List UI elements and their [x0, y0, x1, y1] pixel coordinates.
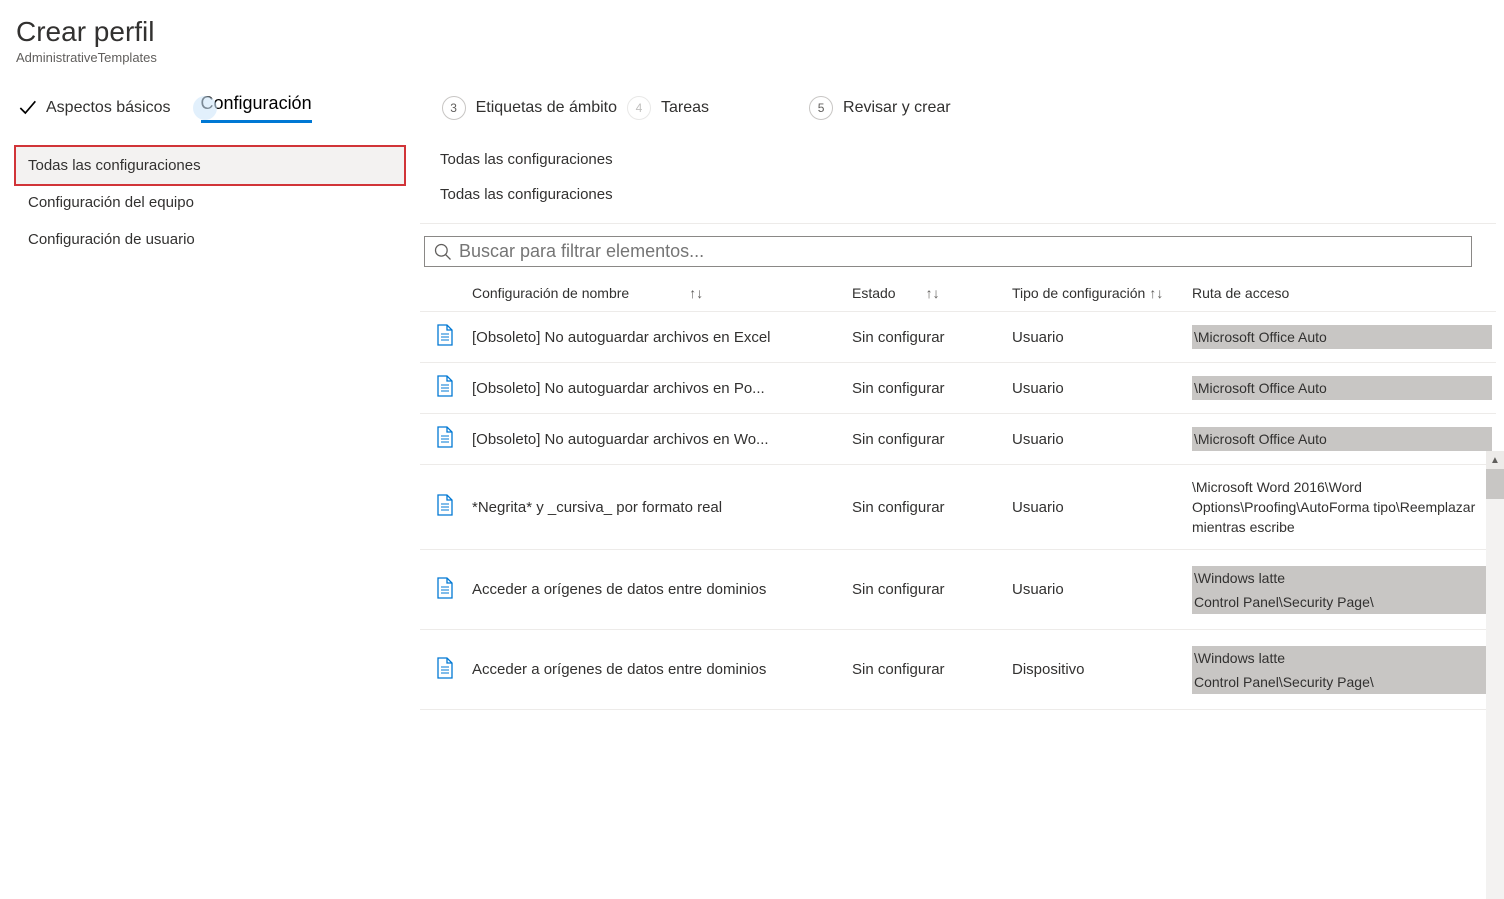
setting-type: Usuario	[1012, 329, 1192, 346]
breadcrumb-top[interactable]: Todas las configuraciones	[440, 147, 1496, 172]
check-icon	[16, 97, 38, 119]
scrollbar[interactable]: ▲	[1486, 451, 1504, 710]
setting-type: Usuario	[1012, 581, 1192, 598]
scroll-up-icon[interactable]: ▲	[1486, 451, 1504, 469]
col-header-name[interactable]: Configuración de nombre↑↓	[472, 285, 852, 301]
sidebar-item-device-config[interactable]: Configuración del equipo	[16, 184, 404, 221]
setting-name: [Obsoleto] No autoguardar archivos en Po…	[472, 380, 852, 397]
search-input[interactable]	[459, 241, 1463, 262]
setting-type: Usuario	[1012, 431, 1192, 448]
setting-type: Usuario	[1012, 380, 1192, 397]
step2-dot-icon	[193, 96, 217, 120]
setting-path: \Windows latteControl Panel\Security Pag…	[1192, 646, 1492, 694]
wizard-step-label: Tareas	[661, 99, 709, 117]
setting-type: Dispositivo	[1012, 661, 1192, 678]
table-row[interactable]: [Obsoleto] No autoguardar archivos en Ex…	[420, 312, 1496, 363]
document-icon	[424, 426, 472, 452]
setting-name: *Negrita* y _cursiva_ por formato real	[472, 499, 852, 516]
sort-icon[interactable]: ↑↓	[926, 285, 940, 301]
wizard-step-basics[interactable]: Aspectos básicos	[16, 97, 171, 119]
sidebar: Todas las configuraciones Configuración …	[0, 139, 420, 710]
page-title: Crear perfil	[16, 16, 1488, 48]
setting-path: \Microsoft Office Auto	[1192, 325, 1492, 349]
path-segment: \Microsoft Office Auto	[1192, 427, 1492, 451]
path-segment: Control Panel\Security Page\	[1192, 670, 1492, 694]
table-body: [Obsoleto] No autoguardar archivos en Ex…	[420, 312, 1496, 710]
setting-path: \Microsoft Word 2016\Word Options\Proofi…	[1192, 477, 1492, 537]
setting-path: \Windows latteControl Panel\Security Pag…	[1192, 566, 1492, 614]
path-segment: Control Panel\Security Page\	[1192, 590, 1492, 614]
document-icon	[424, 657, 472, 683]
setting-name: Acceder a orígenes de datos entre domini…	[472, 581, 852, 598]
setting-state: Sin configurar	[852, 661, 1012, 678]
setting-state: Sin configurar	[852, 431, 1012, 448]
sidebar-item-user-config[interactable]: Configuración de usuario	[16, 221, 404, 258]
search-box[interactable]	[424, 236, 1472, 267]
table-row[interactable]: [Obsoleto] No autoguardar archivos en Po…	[420, 363, 1496, 414]
search-icon	[433, 242, 453, 262]
sort-icon[interactable]: ↑↓	[689, 285, 703, 301]
setting-state: Sin configurar	[852, 329, 1012, 346]
settings-table: Configuración de nombre↑↓ Estado↑↓ Tipo …	[420, 275, 1496, 710]
setting-name: Acceder a orígenes de datos entre domini…	[472, 661, 852, 678]
wizard-step-label: Revisar y crear	[843, 99, 951, 117]
wizard-steps: Aspectos básicos Configuración 3 Etiquet…	[0, 69, 1504, 139]
document-icon	[424, 494, 472, 520]
sidebar-item-all-settings[interactable]: Todas las configuraciones	[16, 147, 404, 184]
path-segment: \Windows latte	[1192, 566, 1492, 590]
setting-type: Usuario	[1012, 499, 1192, 516]
document-icon	[424, 375, 472, 401]
table-row[interactable]: Acceder a orígenes de datos entre domini…	[420, 550, 1496, 630]
wizard-step-label: Etiquetas de ámbito	[476, 99, 617, 117]
wizard-step-scope[interactable]: 3 Etiquetas de ámbito	[442, 96, 617, 120]
setting-state: Sin configurar	[852, 499, 1012, 516]
step3-number-icon: 3	[442, 96, 466, 120]
step4-number-icon: 4	[627, 96, 651, 120]
setting-path: \Microsoft Office Auto	[1192, 427, 1492, 451]
col-header-path[interactable]: Ruta de acceso	[1192, 285, 1492, 301]
setting-state: Sin configurar	[852, 581, 1012, 598]
wizard-step-review[interactable]: 5 Revisar y crear	[809, 96, 951, 120]
breadcrumb-current: Todas las configuraciones	[440, 182, 1496, 207]
table-header: Configuración de nombre↑↓ Estado↑↓ Tipo …	[420, 275, 1496, 312]
col-header-type[interactable]: Tipo de configuración↑↓	[1012, 285, 1192, 301]
document-icon	[424, 577, 472, 603]
table-row[interactable]: [Obsoleto] No autoguardar archivos en Wo…	[420, 414, 1496, 465]
page-header: Crear perfil AdministrativeTemplates	[0, 0, 1504, 69]
setting-path: \Microsoft Office Auto	[1192, 376, 1492, 400]
path-segment: \Microsoft Office Auto	[1192, 325, 1492, 349]
table-row[interactable]: Acceder a orígenes de datos entre domini…	[420, 630, 1496, 710]
page-subtitle: AdministrativeTemplates	[16, 50, 1488, 65]
document-icon	[424, 324, 472, 350]
divider	[420, 223, 1496, 224]
setting-state: Sin configurar	[852, 380, 1012, 397]
setting-name: [Obsoleto] No autoguardar archivos en Ex…	[472, 329, 852, 346]
setting-name: [Obsoleto] No autoguardar archivos en Wo…	[472, 431, 852, 448]
scroll-thumb[interactable]	[1486, 469, 1504, 499]
scroll-track[interactable]	[1486, 499, 1504, 899]
table-row[interactable]: *Negrita* y _cursiva_ por formato realSi…	[420, 465, 1496, 550]
wizard-step-label: Aspectos básicos	[46, 99, 171, 117]
wizard-step-label: Configuración	[201, 93, 312, 123]
path-segment: \Microsoft Office Auto	[1192, 376, 1492, 400]
col-header-state[interactable]: Estado↑↓	[852, 285, 1012, 301]
breadcrumb: Todas las configuraciones Todas las conf…	[420, 139, 1496, 215]
sort-icon[interactable]: ↑↓	[1149, 285, 1163, 301]
wizard-step-config[interactable]: Configuración	[201, 93, 312, 123]
wizard-step-tasks[interactable]: 4 Tareas	[627, 96, 709, 120]
step5-number-icon: 5	[809, 96, 833, 120]
content-panel: Todas las configuraciones Todas las conf…	[420, 139, 1504, 710]
path-segment: \Windows latte	[1192, 646, 1492, 670]
